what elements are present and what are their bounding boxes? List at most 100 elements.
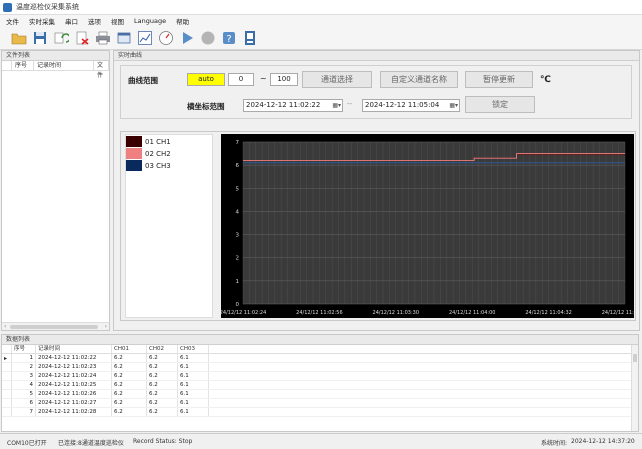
- scroll-thumb[interactable]: [10, 325, 98, 329]
- refresh-icon[interactable]: [52, 29, 69, 46]
- col-index-header[interactable]: 序号: [12, 61, 34, 70]
- table-row[interactable]: 5 2024-12-12 11:02:26 6.2 6.2 6.1: [2, 390, 638, 399]
- y-tick-label: 0: [236, 302, 240, 308]
- menu-options[interactable]: 选项: [88, 16, 101, 26]
- row-indicator-header: [2, 61, 12, 70]
- file-list-hscrollbar[interactable]: ‹ ›: [2, 322, 109, 330]
- menu-serial[interactable]: 串口: [65, 16, 78, 26]
- pause-update-button[interactable]: 暂停更新: [465, 71, 533, 88]
- cell-ch01: 6.2: [112, 363, 147, 371]
- cell-index: 6: [12, 399, 36, 407]
- row-indicator: [2, 363, 12, 371]
- unit-label: ℃: [540, 75, 551, 85]
- x-tick-label: 24/12/12 11:04:00: [449, 310, 496, 316]
- toolbar: ?: [0, 26, 642, 50]
- legend-item-ch3[interactable]: 03 CH3: [126, 160, 212, 171]
- title-bar: 温度巡检仪采集系统: [0, 0, 642, 15]
- lock-button[interactable]: 锁定: [465, 96, 535, 113]
- legend-item-ch1[interactable]: 01 CH1: [126, 136, 212, 147]
- cell-ch02: 6.2: [147, 354, 178, 362]
- col-ch01-header[interactable]: CH01: [112, 345, 147, 353]
- start-time-value: 2024-12-12 11:02:22: [246, 101, 321, 109]
- cell-record-time: 2024-12-12 11:02:26: [36, 390, 112, 398]
- save-icon[interactable]: [31, 29, 48, 46]
- cell-index: 7: [12, 408, 36, 416]
- realtime-title: 实时曲线: [114, 51, 639, 61]
- row-indicator: [2, 372, 12, 380]
- range-separator: ~: [260, 74, 267, 83]
- chart-legend: 01 CH1 02 CH2 03 CH3: [125, 134, 213, 318]
- menu-file[interactable]: 文件: [6, 16, 19, 26]
- print-icon[interactable]: [94, 29, 111, 46]
- chart-icon[interactable]: [136, 29, 153, 46]
- legend-item-ch2[interactable]: 02 CH2: [126, 148, 212, 159]
- row-indicator: [2, 381, 12, 389]
- time-separator: --: [347, 100, 353, 108]
- cell-ch03: 6.1: [178, 381, 209, 389]
- menu-help[interactable]: 帮助: [176, 16, 189, 26]
- menu-realtime[interactable]: 实时采集: [29, 16, 55, 26]
- play-icon[interactable]: [178, 29, 195, 46]
- start-time-picker[interactable]: 2024-12-12 11:02:22 ▦▾: [243, 99, 343, 112]
- status-bar: COM10已打开 已连接:8通道温度巡检仪 Record Status: Sto…: [0, 433, 642, 449]
- window-icon[interactable]: [115, 29, 132, 46]
- calendar-dropdown-icon[interactable]: ▦▾: [332, 100, 341, 111]
- menu-bar: 文件 实时采集 串口 选项 视图 Language 帮助: [0, 15, 642, 26]
- range-min-input[interactable]: 0: [228, 73, 254, 86]
- table-row[interactable]: ▸ 1 2024-12-12 11:02:22 6.2 6.2 6.1: [2, 354, 638, 363]
- table-row[interactable]: 6 2024-12-12 11:02:27 6.2 6.2 6.1: [2, 399, 638, 408]
- help-icon[interactable]: ?: [220, 29, 237, 46]
- menu-language[interactable]: Language: [134, 17, 166, 25]
- port-status: COM10已打开: [7, 440, 47, 447]
- row-indicator: [2, 408, 12, 416]
- cell-ch03: 6.1: [178, 372, 209, 380]
- cell-index: 4: [12, 381, 36, 389]
- menu-view[interactable]: 视图: [111, 16, 124, 26]
- temperature-chart[interactable]: 0 1 2 3 4 5 6 7 24/12/12 11:02:24 24/12/12 11:02:…: [220, 134, 642, 318]
- export-icon[interactable]: [241, 29, 258, 46]
- gauge-icon[interactable]: [157, 29, 174, 46]
- cell-record-time: 2024-12-12 11:02:23: [36, 363, 112, 371]
- scroll-left-icon[interactable]: ‹: [4, 323, 6, 331]
- cell-ch02: 6.2: [147, 399, 178, 407]
- cell-ch02: 6.2: [147, 408, 178, 416]
- scroll-right-icon[interactable]: ›: [105, 323, 107, 331]
- col-file-header[interactable]: 文件: [94, 61, 109, 79]
- file-list-title: 文件列表: [2, 51, 109, 61]
- file-list-panel: 文件列表 序号 记录时间 文件 ‹ ›: [1, 50, 110, 331]
- custom-channel-name-button[interactable]: 自定义通道名称: [380, 71, 458, 88]
- range-mode-select[interactable]: auto: [187, 73, 225, 86]
- chart-svg: 0 1 2 3 4 5 6 7 24/12/12 11:02:24 24/12/12 11:02:…: [220, 140, 642, 316]
- data-list-panel: 数据列表 序号 记录时间 CH01 CH02 CH03 ▸ 1 2024-12-12…: [1, 334, 639, 432]
- data-list-vscrollbar[interactable]: [631, 345, 638, 431]
- cell-record-time: 2024-12-12 11:02:22: [36, 354, 112, 362]
- cell-index: 3: [12, 372, 36, 380]
- delete-doc-icon[interactable]: [73, 29, 90, 46]
- table-row[interactable]: 7 2024-12-12 11:02:28 6.2 6.2 6.1: [2, 408, 638, 417]
- range-max-input[interactable]: 100: [270, 73, 298, 86]
- window-title: 温度巡检仪采集系统: [16, 3, 79, 11]
- col-ch03-header[interactable]: CH03: [178, 345, 209, 353]
- cell-ch02: 6.2: [147, 381, 178, 389]
- row-indicator: [2, 399, 12, 407]
- cell-record-time: 2024-12-12 11:02:24: [36, 372, 112, 380]
- table-row[interactable]: 4 2024-12-12 11:02:25 6.2 6.2 6.1: [2, 381, 638, 390]
- open-folder-icon[interactable]: [10, 29, 27, 46]
- data-grid-header: 序号 记录时间 CH01 CH02 CH03: [2, 345, 638, 354]
- cell-ch01: 6.2: [112, 372, 147, 380]
- cell-ch03: 6.1: [178, 354, 209, 362]
- stop-icon[interactable]: [199, 29, 216, 46]
- channel-select-button[interactable]: 通道选择: [302, 71, 372, 88]
- table-row[interactable]: 3 2024-12-12 11:02:24 6.2 6.2 6.1: [2, 372, 638, 381]
- cell-record-time: 2024-12-12 11:02:28: [36, 408, 112, 416]
- col-index-header[interactable]: 序号: [12, 345, 36, 353]
- end-time-picker[interactable]: 2024-12-12 11:05:04 ▦▾: [362, 99, 460, 112]
- table-row[interactable]: 2 2024-12-12 11:02:23 6.2 6.2 6.1: [2, 363, 638, 372]
- col-record-time-header[interactable]: 记录时间: [34, 61, 94, 70]
- col-record-time-header[interactable]: 记录时间: [36, 345, 112, 353]
- realtime-panel: 实时曲线 曲线范围 auto 0 ~ 100 通道选择 自定义通道名称 暂停更新…: [113, 50, 642, 331]
- x-tick-label: 24/12/12 11:02:56: [296, 310, 343, 316]
- calendar-dropdown-icon[interactable]: ▦▾: [449, 100, 458, 111]
- col-ch02-header[interactable]: CH02: [147, 345, 178, 353]
- scroll-thumb[interactable]: [633, 354, 637, 362]
